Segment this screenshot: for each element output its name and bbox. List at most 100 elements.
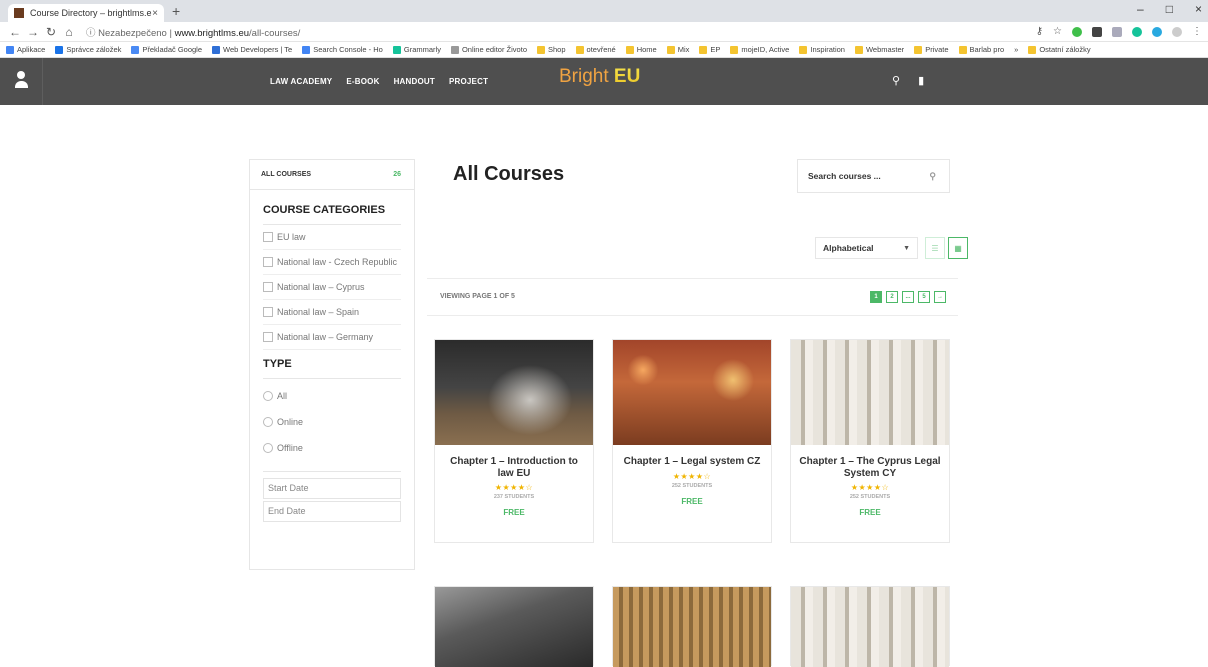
bookmark-item[interactable]: Barlab pro [958, 45, 1004, 54]
sort-select[interactable]: Alphabetical ▼ [815, 237, 918, 259]
site-logo[interactable]: Bright EU [559, 66, 640, 88]
bookmark-item[interactable]: Ostatní záložky [1028, 45, 1091, 54]
nav-e-book[interactable]: E-BOOK [346, 77, 379, 86]
category-checkbox[interactable] [263, 307, 273, 317]
close-window-button[interactable]: × [1195, 2, 1202, 16]
page-button[interactable]: ... [902, 291, 914, 303]
bookmark-item[interactable]: Aplikace [6, 45, 45, 54]
list-view-button[interactable]: ☰ [925, 237, 945, 259]
bookmark-item[interactable]: Home [625, 45, 657, 54]
bookmark-item[interactable]: Mix [666, 45, 689, 54]
user-account-icon[interactable] [14, 71, 28, 89]
page-button[interactable]: 5 [918, 291, 930, 303]
tab-close-button[interactable]: × [152, 8, 158, 19]
maximize-button[interactable]: □ [1166, 2, 1173, 16]
category-filter-item[interactable]: National law - Czech Republic [263, 250, 401, 275]
course-card[interactable] [434, 586, 594, 667]
extension-cloud-icon[interactable] [1152, 26, 1162, 37]
cart-icon[interactable]: ▮ [918, 74, 924, 87]
course-search-input[interactable]: Search courses ... ⚲ [797, 159, 950, 193]
category-checkbox[interactable] [263, 282, 273, 292]
end-date-field[interactable]: End Date [263, 501, 401, 522]
bookmark-item[interactable]: Private [914, 45, 949, 54]
type-filter-item[interactable]: All [263, 383, 401, 409]
bookmark-item[interactable]: Inspiration [799, 45, 845, 54]
minimize-button[interactable]: – [1137, 2, 1144, 16]
reload-icon[interactable]: ↻ [42, 25, 60, 39]
grammarly-icon[interactable] [1132, 26, 1142, 37]
course-title[interactable]: Chapter 1 – Legal system CZ [621, 456, 763, 468]
bookmark-item[interactable]: otevřené [575, 45, 616, 54]
extension-grid-icon[interactable] [1092, 26, 1102, 37]
grid-view-button[interactable]: ▦ [948, 237, 968, 259]
nav-handout[interactable]: HANDOUT [394, 77, 435, 86]
all-courses-filter[interactable]: ALL COURSES 26 [250, 160, 414, 190]
profile-icon[interactable] [1172, 26, 1182, 37]
course-card[interactable] [790, 586, 950, 667]
search-icon[interactable]: ⚲ [892, 74, 900, 87]
course-card[interactable]: Chapter 1 – Legal system CZ ★★★★☆ 252 ST… [612, 339, 772, 543]
course-image[interactable] [435, 587, 593, 667]
extension-gray-icon[interactable] [1112, 26, 1122, 37]
type-radio[interactable] [263, 417, 273, 427]
info-icon[interactable]: ⓘ [86, 28, 96, 39]
star-bookmark-icon[interactable]: ☆ [1053, 26, 1062, 37]
category-filter-item[interactable]: National law – Cyprus [263, 275, 401, 300]
course-image[interactable] [613, 340, 771, 445]
category-filter-item[interactable]: National law – Spain [263, 300, 401, 325]
nav-project[interactable]: PROJECT [449, 77, 488, 86]
search-icon[interactable]: ⚲ [929, 171, 936, 182]
bookmark-label: Překladač Google [142, 45, 203, 54]
extension-green-icon[interactable] [1072, 26, 1082, 37]
new-tab-button[interactable]: + [172, 3, 180, 19]
bookmark-item[interactable]: Online editor Životo [450, 45, 527, 54]
type-filter-item[interactable]: Offline [263, 435, 401, 461]
category-filter-item[interactable]: National law – Germany [263, 325, 401, 350]
bookmark-item[interactable]: Grammarly [392, 45, 441, 54]
course-card[interactable]: Chapter 1 – Introduction to law EU ★★★★☆… [434, 339, 594, 543]
page-button[interactable]: → [934, 291, 946, 303]
category-filter-item[interactable]: EU law [263, 225, 401, 250]
key-icon[interactable]: ⚷ [1036, 26, 1043, 37]
course-image[interactable] [791, 340, 949, 445]
course-image[interactable] [791, 587, 949, 667]
bookmark-item[interactable]: » [1014, 45, 1018, 54]
filter-sidebar: ALL COURSES 26 COURSE CATEGORIES EU law N… [249, 159, 415, 570]
type-radio[interactable] [263, 391, 273, 401]
bookmark-item[interactable]: Web Developers | Te [212, 45, 292, 54]
bookmark-folder-icon [450, 45, 459, 54]
course-title[interactable]: Chapter 1 – Introduction to law EU [443, 456, 585, 479]
menu-kebab-icon[interactable]: ⋮ [1192, 26, 1202, 37]
start-date-field[interactable]: Start Date [263, 478, 401, 499]
type-radio[interactable] [263, 443, 273, 453]
bookmark-item[interactable]: EP [699, 45, 720, 54]
category-checkbox[interactable] [263, 232, 273, 242]
course-image[interactable] [435, 340, 593, 445]
extensions-area: ⚷ ☆ ⋮ [1036, 26, 1202, 37]
category-label: National law - Czech Republic [277, 257, 398, 267]
bookmark-folder-icon [392, 45, 401, 54]
page-button[interactable]: 1 [870, 291, 882, 303]
course-title[interactable]: Chapter 1 – The Cyprus Legal System CY [799, 456, 941, 479]
browser-tab[interactable]: Course Directory – brightlms.eu × [8, 4, 164, 22]
course-card[interactable]: Chapter 1 – The Cyprus Legal System CY ★… [790, 339, 950, 543]
category-checkbox[interactable] [263, 257, 273, 267]
bookmark-item[interactable]: Search Console - Ho [302, 45, 383, 54]
back-arrow-icon[interactable]: ← [6, 25, 24, 39]
course-card[interactable] [612, 586, 772, 667]
forward-arrow-icon[interactable]: → [24, 25, 42, 39]
page-button[interactable]: 2 [886, 291, 898, 303]
bookmark-item[interactable]: Správce záložek [55, 45, 121, 54]
bookmark-item[interactable]: mojeID, Active [730, 45, 789, 54]
bookmark-item[interactable]: Webmaster [854, 45, 904, 54]
course-image[interactable] [613, 587, 771, 667]
bookmark-item[interactable]: Shop [537, 45, 566, 54]
home-icon[interactable]: ⌂ [60, 25, 78, 39]
type-label: All [277, 391, 288, 401]
bookmark-item[interactable]: Překladač Google [131, 45, 202, 54]
bookmark-folder-icon [55, 45, 64, 54]
url-field[interactable]: ⓘ Nezabezpečeno | www.brightlms.eu/all-c… [86, 25, 300, 39]
category-checkbox[interactable] [263, 332, 273, 342]
type-filter-item[interactable]: Online [263, 409, 401, 435]
nav-law-academy[interactable]: LAW ACADEMY [270, 77, 332, 86]
